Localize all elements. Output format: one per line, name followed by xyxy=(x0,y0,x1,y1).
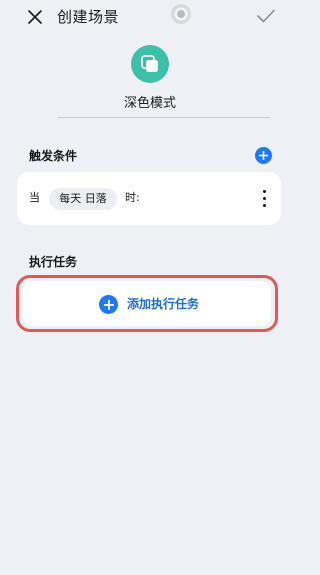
page-title: 创建场景 xyxy=(57,8,120,26)
add-task-icon[interactable] xyxy=(99,295,118,314)
scene-icon-button[interactable] xyxy=(131,45,169,83)
condition-time-chip[interactable]: 每天 日落 xyxy=(49,188,117,210)
confirm-button[interactable] xyxy=(254,4,278,28)
plus-icon xyxy=(103,299,114,310)
condition-more-button[interactable] xyxy=(255,186,273,210)
add-condition-button[interactable] xyxy=(255,147,272,164)
close-icon xyxy=(28,10,42,24)
plus-icon xyxy=(259,151,268,160)
condition-card[interactable]: 当 每天 日落 时: xyxy=(17,172,281,225)
add-task-label[interactable]: 添加执行任务 xyxy=(127,296,199,313)
condition-suffix: 时: xyxy=(125,191,140,204)
floating-record-icon[interactable] xyxy=(170,3,192,25)
conditions-section-title: 触发条件 xyxy=(29,149,78,163)
copy-square-icon xyxy=(141,55,158,72)
condition-prefix: 当 xyxy=(29,191,40,204)
more-vertical-icon-dot xyxy=(262,196,266,200)
more-vertical-icon-dot xyxy=(262,189,266,193)
scene-name-field[interactable]: 深色模式 xyxy=(75,95,225,113)
check-icon xyxy=(257,9,275,23)
more-vertical-icon-dot xyxy=(262,203,266,207)
close-button[interactable] xyxy=(22,6,48,28)
app-header: 创建场景 xyxy=(0,0,300,34)
scene-name-underline xyxy=(58,117,270,118)
tasks-section-title: 执行任务 xyxy=(29,255,78,269)
